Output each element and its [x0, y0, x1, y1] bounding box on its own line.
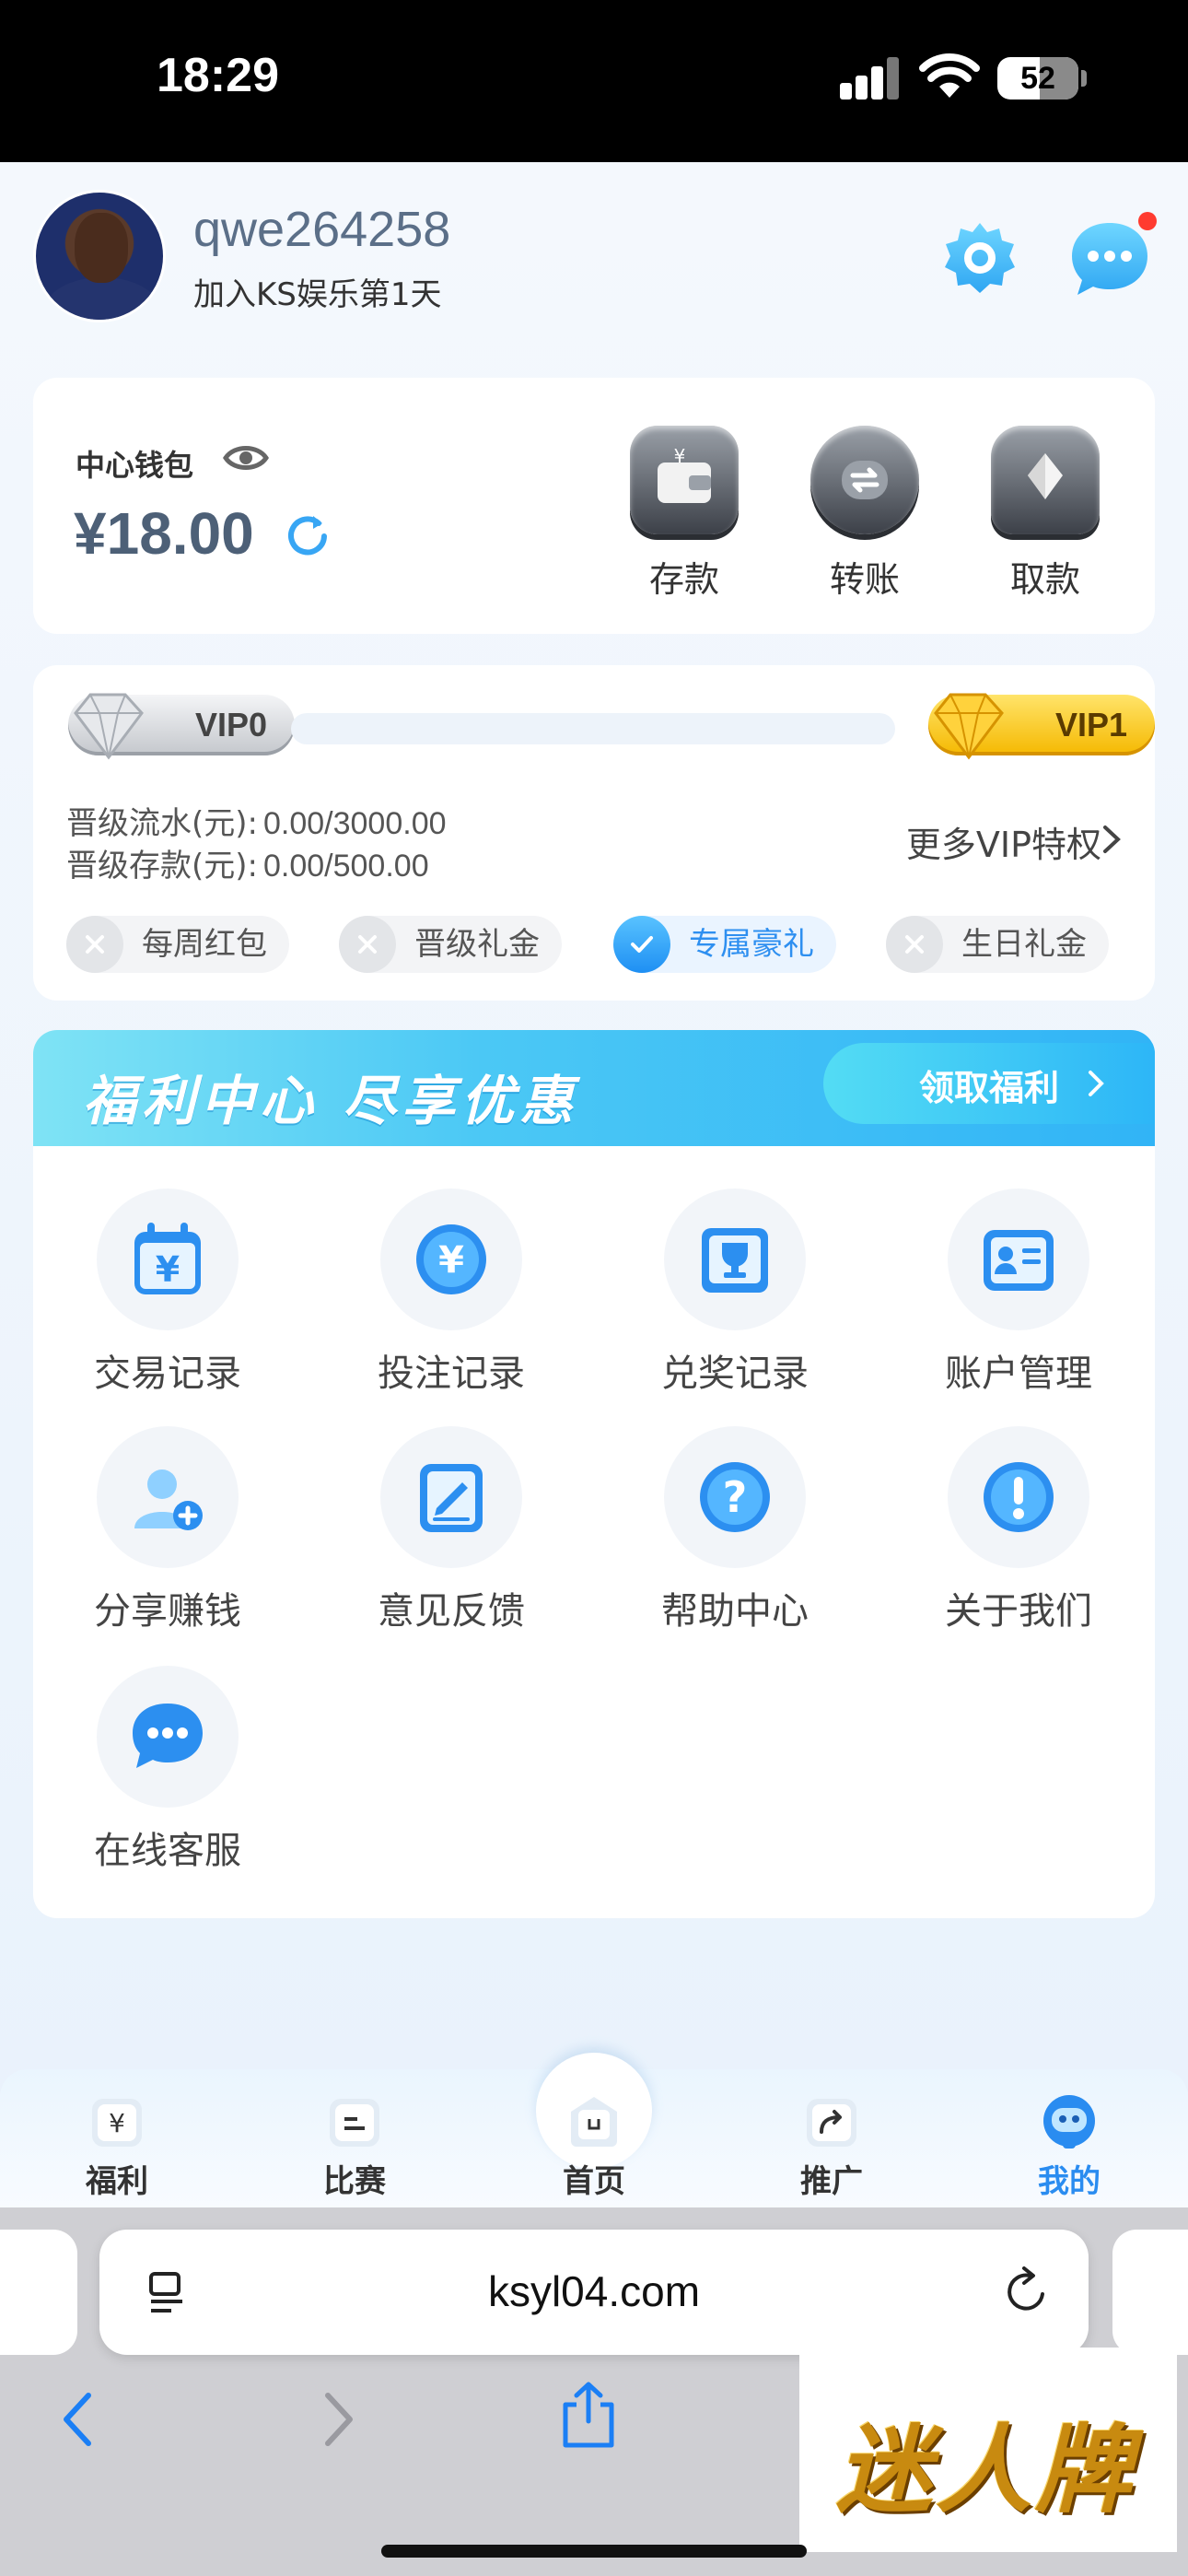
svg-text:¥: ¥	[109, 2108, 125, 2138]
tab-home[interactable]: 首页	[516, 2090, 672, 2201]
home-indicator	[381, 2545, 807, 2558]
url-text: ksyl04.com	[487, 2267, 701, 2315]
tab-promotion[interactable]: 推广	[753, 2090, 910, 2201]
message-bubble-icon[interactable]	[1068, 217, 1151, 300]
claim-welfare-label: 领取福利	[919, 1068, 1060, 1108]
wallet-balance: ¥18.00	[74, 500, 254, 567]
wifi-icon	[919, 53, 980, 98]
refresh-icon[interactable]	[284, 512, 332, 560]
tab-matches[interactable]: 比赛	[276, 2090, 433, 2201]
welfare-banner: 福利中心 尽享优惠 领取福利	[33, 1030, 1155, 1146]
watermark-stamp: 迷人牌	[799, 2348, 1177, 2552]
gold-gem-icon	[934, 693, 1004, 760]
trophy-icon	[664, 1188, 806, 1330]
match-list-icon	[322, 2090, 387, 2154]
transfer-label: 转账	[829, 559, 900, 600]
reload-icon[interactable]	[1002, 2266, 1052, 2316]
tab-welfare[interactable]: ¥ 福利	[39, 2090, 195, 2201]
perk-exclusive-gift[interactable]: 专属豪礼	[613, 916, 836, 973]
vip-deposit: 晋级存款(元): 0.00/500.00	[66, 848, 429, 884]
wallet-label: 中心钱包	[76, 448, 194, 483]
vip-turnover: 晋级流水(元): 0.00/3000.00	[66, 805, 447, 842]
vip-card: VIP0 VIP1 晋级流水(元): 0.00/3000.00 晋级存款(元): 0…	[33, 665, 1155, 1001]
calendar-yen-icon: ¥	[97, 1188, 239, 1330]
id-card-icon	[948, 1188, 1089, 1330]
transfer-button[interactable]: 转账	[805, 426, 925, 602]
battery-percent: 52	[1020, 61, 1055, 96]
forward-icon[interactable]	[320, 2390, 357, 2449]
check-icon	[613, 916, 670, 973]
next-tab-preview[interactable]	[1112, 2230, 1188, 2355]
account-management-item[interactable]: 账户管理	[908, 1188, 1129, 1397]
deposit-label: 存款	[648, 559, 719, 600]
welfare-title: 福利中心 尽享优惠	[83, 1070, 579, 1132]
svg-text:¥: ¥	[674, 448, 686, 467]
svg-text:¥: ¥	[438, 1239, 464, 1282]
perk-promotion-bonus[interactable]: 晋级礼金	[339, 916, 562, 973]
withdraw-diamond-icon	[991, 426, 1100, 534]
silver-gem-icon	[74, 693, 144, 760]
home-icon	[562, 2090, 626, 2154]
previous-tab-preview[interactable]	[0, 2230, 77, 2355]
svg-text:?: ?	[723, 1472, 748, 1522]
add-user-icon	[97, 1426, 239, 1568]
transaction-records-item[interactable]: ¥ 交易记录	[57, 1188, 278, 1397]
username: qwe264258	[193, 202, 451, 257]
feedback-item[interactable]: 意见反馈	[341, 1426, 562, 1634]
chevron-right-icon	[1089, 1071, 1104, 1096]
svg-text:¥: ¥	[156, 1249, 180, 1290]
wallet-card: 中心钱包 ¥18.00 ¥ 存款 转账 取款	[33, 378, 1155, 634]
cellular-signal-icon	[840, 57, 901, 100]
status-time: 18:29	[157, 49, 279, 102]
chevron-right-icon[interactable]	[1101, 824, 1122, 855]
vip-current-badge: VIP0	[68, 693, 295, 760]
status-bar: 18:29 52	[0, 0, 1188, 162]
help-center-item[interactable]: ? 帮助中心	[624, 1426, 845, 1634]
perk-weekly-red-packet[interactable]: 每周红包	[66, 916, 289, 973]
close-icon	[886, 916, 943, 973]
share-icon[interactable]	[556, 2381, 621, 2451]
claim-welfare-button[interactable]: 领取福利	[823, 1043, 1155, 1124]
online-support-item[interactable]: 在线客服	[57, 1666, 278, 1874]
deposit-button[interactable]: ¥ 存款	[624, 426, 744, 602]
about-us-item[interactable]: 关于我们	[908, 1426, 1129, 1634]
watermark-text: 迷人牌	[836, 2413, 1136, 2526]
info-exclamation-icon	[948, 1426, 1089, 1568]
joined-days: 加入KS娱乐第1天	[193, 276, 442, 313]
address-bar[interactable]: ksyl04.com	[99, 2230, 1089, 2355]
robot-face-icon	[1037, 2090, 1101, 2154]
withdraw-label: 取款	[1009, 559, 1080, 600]
prize-records-item[interactable]: 兑奖记录	[624, 1188, 845, 1397]
share-earn-item[interactable]: 分享赚钱	[57, 1426, 278, 1634]
battery-tip	[1081, 70, 1087, 87]
vip-progress-bar	[291, 713, 895, 744]
share-arrow-icon	[799, 2090, 864, 2154]
unread-badge	[1138, 212, 1157, 230]
vip-next-text: VIP1	[1054, 706, 1127, 744]
back-icon[interactable]	[59, 2390, 96, 2449]
transfer-icon	[810, 426, 919, 534]
chat-bubble-icon	[97, 1666, 239, 1808]
eye-icon[interactable]	[223, 440, 269, 475]
close-icon	[66, 916, 123, 973]
edit-note-icon	[380, 1426, 522, 1568]
yen-coin-icon: ¥	[380, 1188, 522, 1330]
tab-mine[interactable]: 我的	[991, 2090, 1147, 2201]
vip-next-badge: VIP1	[928, 693, 1155, 760]
battery-icon: 52	[997, 57, 1078, 100]
vip-current-text: VIP0	[194, 706, 267, 744]
withdraw-button[interactable]: 取款	[985, 426, 1105, 602]
bet-records-item[interactable]: ¥ 投注记录	[341, 1188, 562, 1397]
close-icon	[339, 916, 396, 973]
settings-gear-icon[interactable]	[941, 219, 1019, 297]
welfare-card: 福利中心 尽享优惠 领取福利 ¥ 交易记录 ¥ 投注记录 兑奖记录 账户管理 分…	[33, 1030, 1155, 1918]
more-vip-privileges-link[interactable]: 更多VIP特权	[906, 816, 1101, 867]
perk-birthday-bonus[interactable]: 生日礼金	[886, 916, 1109, 973]
deposit-wallet-icon: ¥	[630, 426, 739, 534]
yen-box-icon: ¥	[85, 2090, 149, 2154]
avatar[interactable]	[33, 190, 166, 322]
help-question-icon: ?	[664, 1426, 806, 1568]
